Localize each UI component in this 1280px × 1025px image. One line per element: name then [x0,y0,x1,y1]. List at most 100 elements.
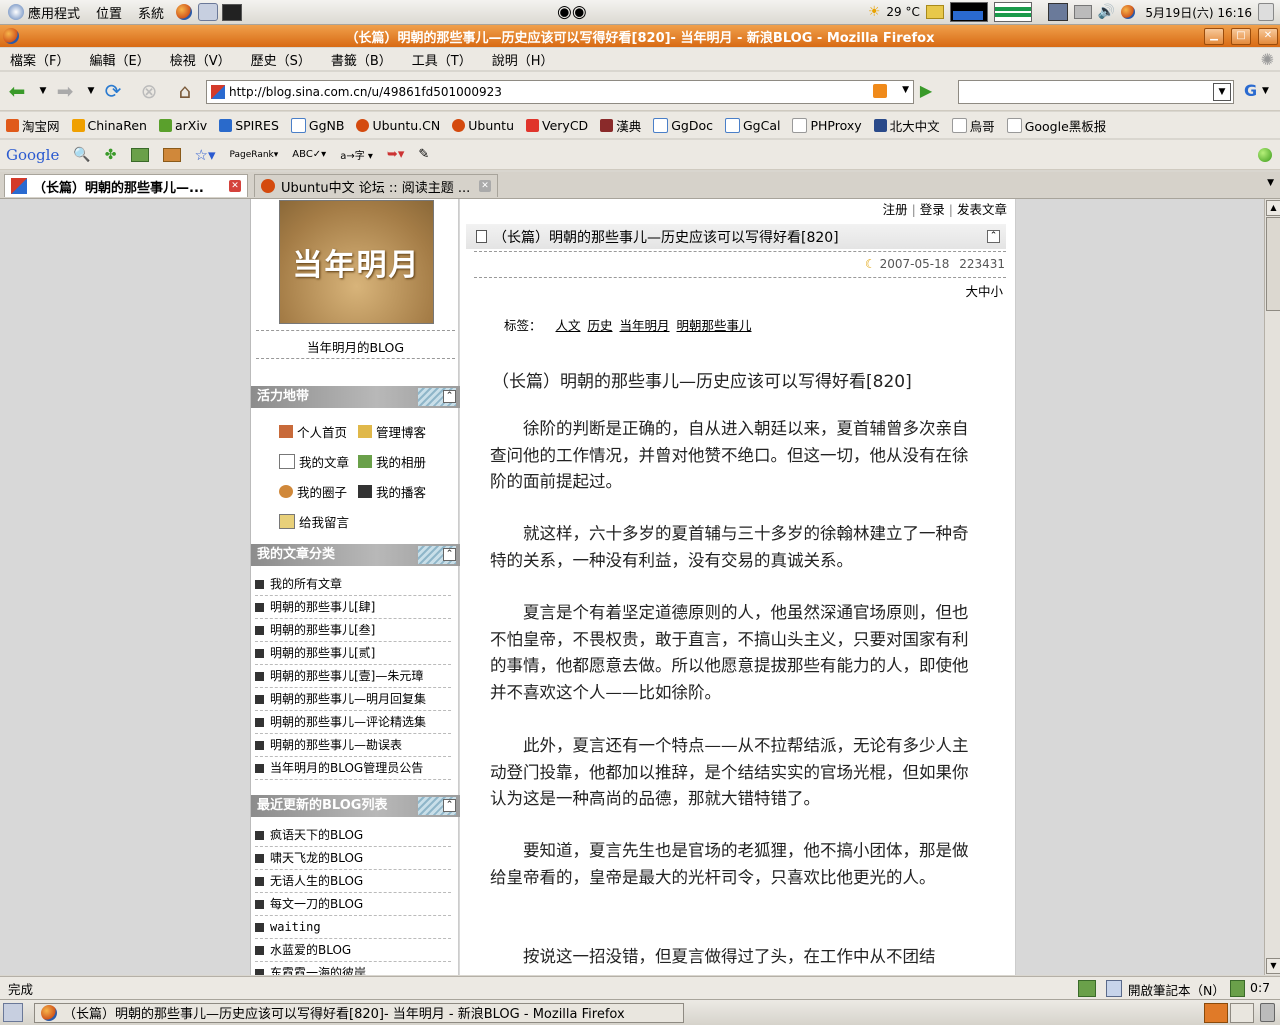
link-my-podcast[interactable]: 我的播客 [358,482,426,501]
terminal-launcher-icon[interactable] [222,3,243,21]
tag-link[interactable]: 当年明月 [620,318,670,333]
register-link[interactable]: 注册 [883,202,908,217]
close-window-button[interactable]: ✕ [1258,28,1278,45]
bookmark-item[interactable]: SPIRES [213,118,285,133]
minimize-button[interactable]: ▁ [1204,28,1224,45]
url-text[interactable]: http://blog.sina.com.cn/u/49861fd5010009… [229,85,502,99]
translate-icon[interactable]: a→字 ▾ [340,147,373,162]
menu-file[interactable]: 檔案（F） [0,50,79,69]
collapse-icon[interactable]: ⌃ [443,548,456,561]
reload-icon[interactable]: ⟳ [100,78,126,104]
bookmark-item[interactable]: arXiv [153,118,213,133]
network-icon[interactable] [1047,3,1068,21]
bookmark-toolbar-icon[interactable] [162,147,181,162]
trash-icon[interactable] [1260,1003,1275,1022]
tag-link[interactable]: 明朝那些事儿 [677,318,752,333]
bookmark-item[interactable]: PHProxy [786,117,867,133]
menu-tools[interactable]: 工具（T） [402,50,482,69]
menu-bookmarks[interactable]: 書籤（B） [321,50,402,69]
google-logo[interactable]: Google [6,146,59,164]
bookmark-item[interactable]: 淘宝网 [0,116,66,135]
bookmark-item[interactable]: ChinaRen [66,118,153,133]
tab-close-icon[interactable]: ✕ [479,180,491,192]
url-bar[interactable]: http://blog.sina.com.cn/u/49861fd5010009… [206,80,914,104]
menu-history[interactable]: 歷史（S） [241,50,321,69]
workspace-switcher[interactable] [1204,1003,1228,1023]
printer-icon[interactable] [1073,5,1092,19]
mail-launcher-icon[interactable] [198,3,219,21]
blog-name[interactable]: 当年明月的BLOG [251,337,460,356]
applications-menu[interactable]: 應用程式 [0,3,88,22]
category-item[interactable]: 明朝的那些事儿[叁] [255,619,451,642]
maximize-button[interactable]: □ [1231,28,1251,45]
taskbar-window-button[interactable]: （长篇）明朝的那些事儿—历史应该可以写得好看[820]- 当年明月 - 新浪BL… [34,1002,684,1023]
search-field[interactable]: ▼ [958,80,1234,104]
collapse-icon[interactable]: ⌃ [443,799,456,812]
back-arrow-icon[interactable]: ⬅ [4,78,30,104]
bookmark-item[interactable]: 烏哥 [946,116,1001,135]
vertical-scrollbar[interactable]: ▲ ▼ [1264,199,1280,975]
folder-applet-icon[interactable] [925,5,944,19]
link-leave-message[interactable]: 给我留言 [279,512,349,531]
send-to-icon[interactable]: ➥▾ [387,147,404,162]
cpu-graph[interactable] [949,2,988,22]
bookmark-item[interactable]: GgDoc [647,117,719,133]
tab-close-icon[interactable]: ✕ [229,180,241,192]
recent-blog-item[interactable]: waiting [255,916,451,939]
memory-graph[interactable] [993,2,1032,22]
menu-help[interactable]: 說明（H） [482,50,564,69]
system-menu[interactable]: 系統 [130,3,172,22]
url-dropdown-icon[interactable]: ▼ [902,85,909,95]
google-search-engine-icon[interactable]: G [1244,81,1257,100]
home-icon[interactable]: ⌂ [172,78,198,104]
puzzle-icon[interactable]: ✤ [105,147,117,163]
clock[interactable]: 5月19日(六) 16:16 [1145,4,1252,21]
category-item[interactable]: 明朝的那些事儿—勘误表 [255,734,451,757]
scroll-up-arrow-icon[interactable]: ▲ [1266,200,1280,216]
go-icon[interactable]: ▶ [913,78,939,104]
tab-active[interactable]: （长篇）明朝的那些事儿—... ✕ [4,174,248,197]
workspace-switcher-2[interactable] [1230,1003,1254,1023]
category-item[interactable]: 明朝的那些事儿[壹]—朱元璋 [255,665,451,688]
tag-link[interactable]: 人文 [556,318,581,333]
weather-sun-icon[interactable]: ☀ [868,4,881,20]
pen-icon[interactable]: ✎ [418,147,429,162]
menu-edit[interactable]: 編輯（E） [79,50,159,69]
font-size-links[interactable]: 大中小 [965,281,1003,300]
search-engine-dropdown-icon[interactable]: ▼ [1262,86,1269,96]
stop-icon[interactable]: ⊗ [136,78,162,104]
notebook-pen-icon[interactable] [1106,980,1122,997]
search-dropdown-icon[interactable]: ▼ [1213,83,1231,101]
login-link[interactable]: 登录 [920,202,945,217]
collapse-icon[interactable]: ⌃ [443,390,456,403]
star-icon[interactable]: ☆▾ [195,146,216,164]
timer-icon[interactable] [1230,980,1245,997]
scroll-thumb[interactable] [1266,217,1280,311]
bookmark-item[interactable]: Ubuntu [446,118,520,133]
tag-link[interactable]: 历史 [588,318,613,333]
tab-list-icon[interactable]: ▼ [1267,178,1274,188]
category-item[interactable]: 明朝的那些事儿—评论精选集 [255,711,451,734]
power-icon[interactable] [1258,3,1274,21]
scroll-down-arrow-icon[interactable]: ▼ [1266,958,1280,974]
category-item[interactable]: 我的所有文章 [255,573,451,596]
link-my-circle[interactable]: 我的圈子 [279,482,347,501]
link-my-articles[interactable]: 我的文章 [279,452,349,471]
blog-avatar-image[interactable]: 当年明月 [279,200,434,324]
category-item[interactable]: 明朝的那些事儿—明月回复集 [255,688,451,711]
category-item[interactable]: 当年明月的BLOG管理员公告 [255,757,451,780]
rss-feed-icon[interactable] [873,84,887,98]
category-item[interactable]: 明朝的那些事儿[贰] [255,642,451,665]
recent-blog-item[interactable]: 疯语天下的BLOG [255,824,451,847]
recent-blog-item[interactable]: 啸天飞龙的BLOG [255,847,451,870]
magnifier-icon[interactable]: 🔍 [73,147,90,163]
firefox-launcher-icon[interactable] [176,4,193,20]
link-my-album[interactable]: 我的相册 [358,452,426,471]
open-notebook-button[interactable]: 開啟筆記本（N） [1128,980,1225,999]
tab-inactive[interactable]: Ubuntu中文 论坛 :: 阅读主题 ... ✕ [254,174,498,197]
firefox-window-icon[interactable] [3,28,19,44]
bookmark-item[interactable]: Google黑板报 [1001,116,1113,135]
recent-blog-item[interactable]: 无语人生的BLOG [255,870,451,893]
weather-temp[interactable]: 29 °C [886,5,919,19]
bookmark-item[interactable]: GgNB [285,117,351,133]
